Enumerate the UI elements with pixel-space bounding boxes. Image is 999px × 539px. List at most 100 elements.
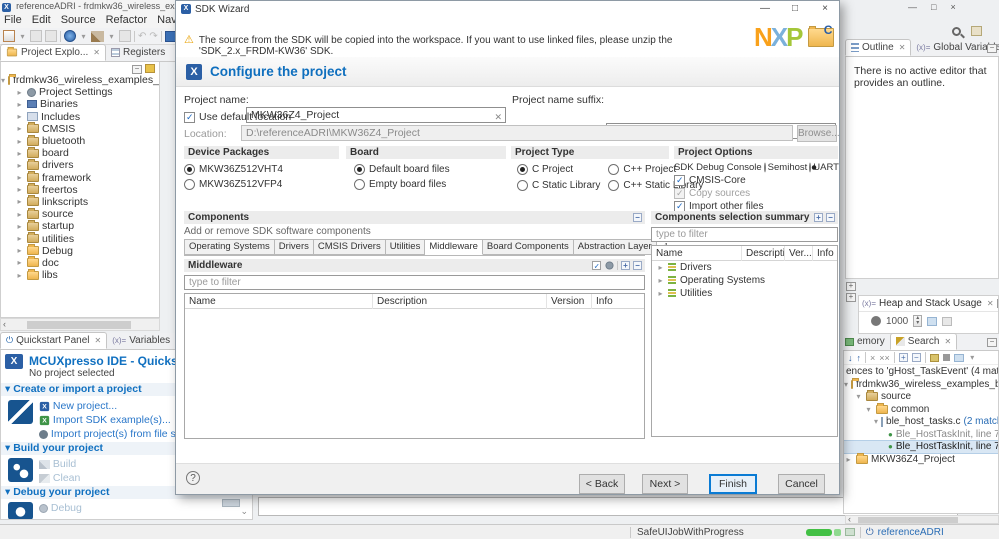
expander-icon[interactable]: ▸ xyxy=(15,258,24,267)
minimize-view-icon[interactable]: − xyxy=(987,338,997,347)
close-icon[interactable]: ✕ xyxy=(944,337,951,346)
refresh-icon[interactable] xyxy=(871,316,881,326)
expander-icon[interactable]: ▸ xyxy=(15,161,24,170)
radio-icon[interactable] xyxy=(608,180,620,191)
summary-row-drivers[interactable]: ▸ Drivers xyxy=(652,261,837,274)
column-description[interactable]: Description xyxy=(373,293,547,309)
collapse-section-icon[interactable]: − xyxy=(633,213,642,222)
menu-source[interactable]: Source xyxy=(61,14,96,28)
remove-all-icon[interactable]: ×× xyxy=(879,353,890,363)
use-default-location-row[interactable]: Use default location xyxy=(184,111,291,123)
radio-option[interactable]: Empty board files xyxy=(354,179,506,190)
browse-button[interactable]: Browse... xyxy=(797,125,840,142)
expander-icon[interactable]: ▸ xyxy=(15,222,24,231)
heap-value[interactable]: 1000 xyxy=(886,316,908,327)
expander-icon[interactable]: ▸ xyxy=(15,124,24,133)
expander-icon[interactable]: ▸ xyxy=(15,137,24,146)
column-version[interactable]: Ver... xyxy=(785,245,813,261)
debug-icon[interactable] xyxy=(119,30,131,42)
tree-item[interactable]: ▸ doc xyxy=(1,256,159,269)
build-hammer-icon[interactable] xyxy=(91,30,104,42)
tree-item[interactable]: ▸ Binaries xyxy=(1,98,159,110)
save-all-icon[interactable] xyxy=(45,30,57,42)
tree-item[interactable]: ▸ startup xyxy=(1,219,159,232)
expander-icon[interactable]: ▸ xyxy=(15,100,24,109)
new-view-icon[interactable] xyxy=(927,316,938,326)
link-debug[interactable]: Debug xyxy=(39,502,82,519)
radio-icon[interactable] xyxy=(763,162,766,173)
radio-option[interactable]: C Project xyxy=(517,164,600,175)
tree-item[interactable]: ▸ linkscripts xyxy=(1,195,159,208)
dialog-maximize-icon[interactable]: □ xyxy=(781,2,809,16)
restore-view-icon[interactable]: + xyxy=(846,282,856,291)
minimize-window-icon[interactable]: — xyxy=(908,2,917,14)
restore-view-icon[interactable]: + xyxy=(846,293,856,302)
expander-icon[interactable]: ▸ xyxy=(15,210,24,219)
checkbox-icon[interactable] xyxy=(674,175,685,186)
close-icon[interactable]: ✕ xyxy=(987,299,994,308)
restart-icon[interactable] xyxy=(64,30,76,42)
radio-icon[interactable] xyxy=(517,164,528,175)
search-match-row-selected[interactable]: ● Ble_HostTaskInit, line 75: if (gH xyxy=(844,439,998,454)
menu-edit[interactable]: Edit xyxy=(32,14,51,28)
tree-item-root[interactable]: ▾ frdmkw36_wireless_examples_bluetooth_h… xyxy=(1,73,159,86)
scroll-left-icon[interactable]: ‹ xyxy=(3,319,6,329)
summary-row-utilities[interactable]: ▸ Utilities xyxy=(652,287,837,300)
tab-outline[interactable]: Outline ✕ xyxy=(845,39,912,56)
heap-tab[interactable]: (x)= Heap and Stack Usage ✕ − xyxy=(859,296,998,312)
tab-project-explorer[interactable]: Project Explo... ✕ xyxy=(0,44,106,61)
tab-variables[interactable]: (x)= Variables xyxy=(107,332,175,349)
search-icon[interactable] xyxy=(952,26,961,36)
dialog-titlebar[interactable]: X SDK Wizard xyxy=(176,1,839,17)
search-row-project2[interactable]: ▸ MKW36Z4_Project xyxy=(844,452,998,466)
tree-item[interactable]: ▸ freertos xyxy=(1,183,159,196)
explorer-hscrollbar[interactable]: ‹ xyxy=(0,318,160,331)
expander-icon[interactable]: ▾ xyxy=(874,417,878,426)
radio-icon[interactable] xyxy=(354,164,365,175)
tree-item[interactable]: ▸ bluetooth xyxy=(1,134,159,147)
tab-search[interactable]: Search ✕ xyxy=(889,333,958,350)
scroll-thumb[interactable] xyxy=(858,517,958,523)
close-icon[interactable]: ✕ xyxy=(899,43,906,52)
cancel-button[interactable]: Cancel xyxy=(778,474,825,494)
collapse-all-icon[interactable]: − xyxy=(131,65,142,74)
menu-refactor[interactable]: Refactor xyxy=(106,14,148,28)
search-row-project[interactable]: ▾ frdmkw36_wireless_examples_bluetooth_h… xyxy=(844,377,998,391)
column-name[interactable]: Name xyxy=(185,293,373,309)
tree-item[interactable]: ▸ CMSIS xyxy=(1,122,159,135)
select-all-icon[interactable] xyxy=(592,261,601,271)
tab-board-components[interactable]: Board Components xyxy=(482,239,574,255)
filter-gear-icon[interactable] xyxy=(605,261,614,270)
new-dropdown-icon[interactable]: ▾ xyxy=(18,32,27,41)
checkbox-icon[interactable] xyxy=(184,111,195,123)
pin-view-icon[interactable] xyxy=(942,316,953,326)
expander-icon[interactable]: ▾ xyxy=(1,76,5,85)
expander-icon[interactable]: ▸ xyxy=(844,455,853,464)
tree-item[interactable]: ▸ utilities xyxy=(1,232,159,245)
expander-icon[interactable]: ▾ xyxy=(844,380,848,389)
remove-match-icon[interactable]: × xyxy=(870,353,875,363)
expander-icon[interactable]: ▾ xyxy=(854,392,863,401)
status-workspace-link[interactable]: referenceADRI xyxy=(878,527,944,538)
undo-icon[interactable]: ↶ xyxy=(138,31,146,42)
save-icon[interactable] xyxy=(30,30,42,42)
summary-row-operating-systems[interactable]: ▸ Operating Systems xyxy=(652,274,837,287)
clear-icon[interactable]: ✕ xyxy=(494,110,502,122)
link-clean[interactable]: Clean xyxy=(39,472,80,484)
dialog-close-icon[interactable]: × xyxy=(811,2,839,16)
tab-memory[interactable]: emory xyxy=(843,333,890,350)
dialog-minimize-icon[interactable]: — xyxy=(751,2,779,16)
expand-all-icon[interactable]: + xyxy=(621,261,630,270)
search-row-source[interactable]: ▾ source xyxy=(844,390,998,404)
search-hscrollbar[interactable]: ‹ xyxy=(845,514,999,524)
expander-icon[interactable]: ▸ xyxy=(15,88,24,97)
radio-option[interactable]: C Static Library xyxy=(517,180,600,191)
back-button[interactable]: < Back xyxy=(579,474,625,494)
tab-quickstart-panel[interactable]: ⏻ Quickstart Panel ✕ xyxy=(0,332,108,349)
redo-icon[interactable]: ↷ xyxy=(149,31,157,42)
previous-search-icon[interactable] xyxy=(929,353,939,362)
collapse-all-icon[interactable]: − xyxy=(911,353,921,362)
radio-icon[interactable] xyxy=(184,179,195,190)
menu-file[interactable]: File xyxy=(4,14,22,28)
radio-option[interactable]: Default board files xyxy=(354,164,506,175)
